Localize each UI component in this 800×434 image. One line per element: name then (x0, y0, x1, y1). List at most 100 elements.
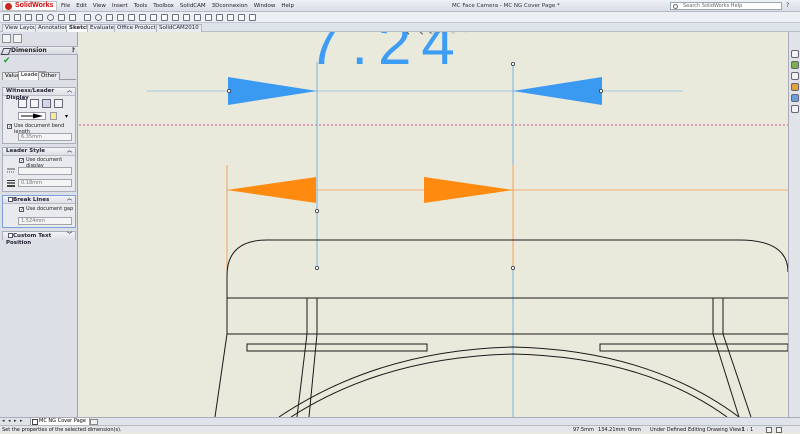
arc-tool-icon[interactable] (58, 14, 65, 21)
chamfer-tool-icon[interactable] (117, 14, 124, 21)
quick-snaps-icon[interactable] (238, 14, 245, 21)
drag-handle[interactable] (314, 265, 319, 270)
spline-tool-icon[interactable] (84, 14, 91, 21)
view-settings-icon[interactable]: ✎ (461, 32, 467, 35)
ok-checkmark-icon[interactable]: ✔ (3, 56, 11, 66)
text-tool-icon[interactable] (128, 14, 135, 21)
expand-chevron-icon[interactable]: ﹀ (67, 232, 72, 239)
file-explorer-icon[interactable] (791, 72, 799, 80)
custom-properties-icon[interactable] (791, 105, 799, 113)
arrow-style-dropdown[interactable] (18, 112, 46, 120)
drag-handle[interactable] (599, 89, 604, 94)
drag-handle[interactable] (226, 89, 231, 94)
orange-arrow-left[interactable] (227, 177, 316, 203)
circle-tool-icon[interactable] (47, 14, 54, 21)
blue-arrow-right[interactable] (513, 77, 602, 105)
custom-text-position-checkbox[interactable] (8, 233, 13, 238)
point-tool-icon[interactable] (139, 14, 146, 21)
menu-window[interactable]: Window (251, 0, 279, 12)
menu-view[interactable]: View (90, 0, 109, 12)
orange-arrow-right[interactable] (424, 177, 513, 203)
menu-toolbox[interactable]: Toolbox (150, 0, 177, 12)
dropdown-caret-icon[interactable]: ▾ (65, 113, 68, 120)
appearances-icon[interactable] (791, 94, 799, 102)
use-document-display-checkbox[interactable]: ✓ (19, 158, 24, 164)
repair-sketch-icon[interactable] (227, 14, 234, 21)
solidworks-logo[interactable]: SolidWorks (2, 1, 58, 11)
design-library-icon[interactable] (791, 61, 799, 69)
convert-entities-icon[interactable] (161, 14, 168, 21)
rotate-view-icon[interactable]: ↻ (440, 32, 446, 35)
zoom-to-fit-icon[interactable]: 🔍 (401, 32, 410, 35)
use-document-gap-checkbox[interactable]: ✓ (19, 207, 24, 213)
mirror-entities-icon[interactable] (183, 14, 190, 21)
leader-style-group: Leader Style ︿ ✓ Use document display 0.… (2, 147, 76, 192)
break-lines-title: Break Lines (13, 197, 50, 203)
rapid-sketch-icon[interactable] (249, 14, 256, 21)
leader-style-header[interactable]: Leader Style ︿ (3, 148, 75, 156)
rebuild-status-icon[interactable] (766, 427, 772, 433)
polygon-tool-icon[interactable] (69, 14, 76, 21)
move-entities-icon[interactable] (205, 14, 212, 21)
slot-tool-icon[interactable] (36, 14, 43, 21)
arrows-outside-icon[interactable] (18, 99, 27, 108)
menu-file[interactable]: File (58, 0, 73, 12)
tab-office-products[interactable]: Office Products (114, 24, 162, 32)
tab-solidcam2010[interactable]: SolidCAM2010 (156, 24, 202, 32)
drag-handle[interactable] (314, 208, 319, 213)
drawing-geometry (79, 61, 788, 417)
offset-entities-icon[interactable] (172, 14, 179, 21)
smart-arrows-icon[interactable] (42, 99, 51, 108)
help-search-input[interactable]: Search SolidWorks Help (670, 2, 782, 10)
units-icon[interactable] (776, 427, 782, 433)
blue-arrow-left[interactable] (228, 77, 317, 105)
bend-length-field[interactable]: 6.35mm (18, 133, 72, 141)
rectangle-tool-icon[interactable] (25, 14, 32, 21)
previous-view-icon[interactable]: ◐ (428, 32, 434, 35)
arrows-inside-icon[interactable] (30, 99, 39, 108)
witness-leader-display-header[interactable]: Witness/Leader Display ︿ (3, 88, 75, 101)
break-lines-header[interactable]: Break Lines ︿ (3, 196, 75, 204)
linear-pattern-icon[interactable] (194, 14, 201, 21)
collapse-chevron-icon[interactable]: ︿ (67, 148, 72, 155)
help-icon[interactable]: ? (786, 2, 789, 9)
custom-text-position-header[interactable]: Custom Text Position ﹀ (3, 232, 75, 246)
dimension-subtabs: Value Leaders Other (2, 71, 76, 80)
trim-tool-icon[interactable] (150, 14, 157, 21)
attach-to-face-icon[interactable] (50, 112, 57, 120)
line-tool-icon[interactable] (14, 14, 21, 21)
drag-handle[interactable] (510, 61, 515, 66)
smart-dimension-tool-icon[interactable] (3, 14, 10, 21)
help-question-icon[interactable]: ? (72, 47, 75, 55)
collapse-chevron-icon[interactable]: ︿ (67, 196, 72, 203)
tab-evaluate[interactable]: Evaluate (87, 24, 118, 32)
feature-tree-icon[interactable] (2, 34, 11, 43)
use-bend-length-checkbox[interactable]: ✓ (7, 124, 12, 130)
line-style-dropdown[interactable] (18, 167, 72, 175)
menu-edit[interactable]: Edit (73, 0, 90, 12)
lens-arc-outer (278, 346, 740, 417)
display-relations-icon[interactable] (216, 14, 223, 21)
dimension-value-text[interactable]: 7.24 (308, 32, 465, 74)
ellipse-tool-icon[interactable] (95, 14, 102, 21)
drag-handle[interactable] (510, 265, 515, 270)
menu-tools[interactable]: Tools (131, 0, 151, 12)
drawing-canvas[interactable]: 7.24 🔍 🔍 ◐ ↻ ◇ ✎ (79, 32, 788, 417)
solidworks-resources-icon[interactable] (791, 50, 799, 58)
zoom-to-area-icon[interactable]: 🔍 (415, 32, 424, 35)
hide-show-items-icon[interactable]: ◇ (450, 32, 455, 35)
collapse-chevron-icon[interactable]: ︿ (67, 88, 72, 95)
menu-solidcam[interactable]: SolidCAM (177, 0, 209, 12)
view-palette-icon[interactable] (791, 83, 799, 91)
leader-bent-icon[interactable] (54, 99, 63, 108)
menu-help[interactable]: Help (278, 0, 297, 12)
property-manager-icon[interactable] (13, 34, 22, 43)
menu-3dconnexion[interactable]: 3Dconnexion (209, 0, 251, 12)
subtab-other[interactable]: Other (38, 72, 60, 80)
menu-insert[interactable]: Insert (109, 0, 131, 12)
break-lines-checkbox[interactable] (8, 197, 13, 202)
fillet-tool-icon[interactable] (106, 14, 113, 21)
part-side-line (308, 333, 318, 417)
gap-field[interactable]: 1.524mm (18, 217, 72, 225)
line-thickness-dropdown[interactable]: 0.18mm (18, 179, 72, 187)
